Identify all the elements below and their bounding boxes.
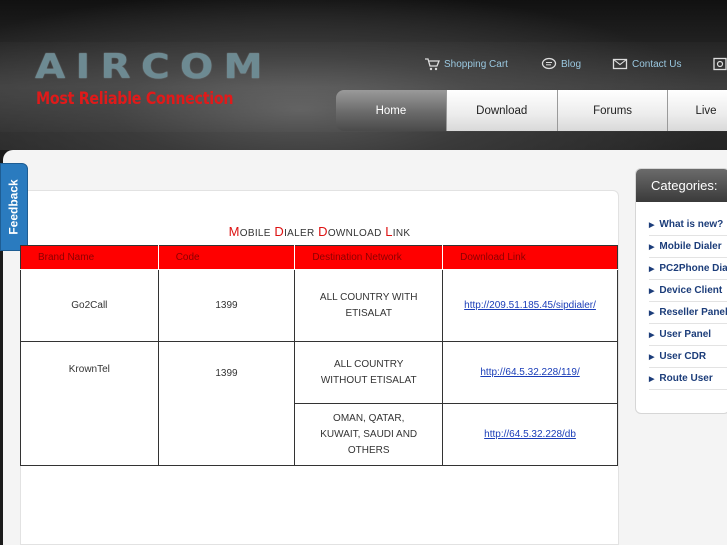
logo[interactable]: AIRCOM [35,50,273,84]
category-label: Route User [659,373,713,384]
download-table: Brand Name Code Destination Network Down… [20,245,618,466]
categories-title: Categories: [636,169,727,202]
code-cell: 1399 [157,269,296,342]
nav-live[interactable]: Live [668,90,727,131]
category-item[interactable]: ▶ Route User [649,368,727,390]
page-title: MOBILE DIALER DOWNLOAD LINK [20,224,619,239]
arrow-right-icon: ▶ [649,331,655,339]
logo-tagline: Most Reliable Connection [36,89,234,109]
shopping-cart-label: Shopping Cart [444,58,508,70]
arrow-right-icon: ▶ [649,353,655,361]
category-label: Mobile Dialer [659,241,722,252]
link-cell: http://64.5.32.228/119/ [442,341,618,404]
blog-label: Blog [561,58,582,70]
cart-icon [425,58,440,71]
main-nav: Home Download Forums Live [336,90,727,131]
link-cell: http://64.5.32.228/db [442,403,618,466]
settings-link[interactable] [712,56,727,72]
destination-cell: OMAN, QATAR, KUWAIT, SAUDI AND OTHERS [294,403,444,466]
col-download-link: Download Link [442,245,618,270]
category-item[interactable]: ▶ PC2Phone Dial [649,258,727,280]
arrow-right-icon: ▶ [649,243,655,251]
envelope-icon [612,58,628,70]
gear-icon [713,57,727,71]
brand-cell: KrownTel [20,341,159,466]
link-cell: http://209.51.185.45/sipdialer/ [442,269,618,342]
arrow-right-icon: ▶ [649,221,655,229]
category-item[interactable]: ▶ User CDR [649,346,727,368]
nav-download[interactable]: Download [446,90,558,131]
nav-home[interactable]: Home [336,90,447,131]
category-label: PC2Phone Dial [659,263,727,274]
categories-sidebar: Categories: ▶ What is new? ▶ Mobile Dialer… [635,168,727,414]
table-row: Go2Call 1399 ALL COUNTRY WITH ETISALAT h… [20,269,618,342]
category-item[interactable]: ▶ Reseller Panel [649,302,727,324]
brand-cell: Go2Call [20,269,159,342]
category-label: Device Client [659,285,723,296]
col-code: Code [157,245,296,270]
arrow-right-icon: ▶ [649,287,655,295]
title-cap: L [385,224,393,239]
category-item[interactable]: ▶ What is new? [649,214,727,236]
category-item[interactable]: ▶ User Panel [649,324,727,346]
code-cell: 1399 [157,341,296,466]
title-part: OBILE [239,228,271,239]
arrow-right-icon: ▶ [649,265,655,273]
category-item[interactable]: ▶ Mobile Dialer [649,236,727,258]
col-brand-name: Brand Name [20,245,159,270]
destination-cell: ALL COUNTRY WITH ETISALAT [294,269,444,342]
title-cap: D [274,224,285,239]
category-label: User Panel [659,329,712,340]
category-label: What is new? [659,219,724,230]
page-edge [0,250,3,545]
feedback-label: Feedback [7,179,22,235]
contact-us-label: Contact Us [632,58,682,70]
title-part: IALER [284,228,315,239]
category-item[interactable]: ▶ Device Client [649,280,727,302]
category-label: Reseller Panel [659,307,727,318]
chat-bubble-icon [541,57,557,70]
title-part: OWNLOAD [327,228,382,239]
blog-link[interactable]: Blog [541,56,581,72]
download-link[interactable]: http://64.5.32.228/119/ [480,367,579,378]
table-row: KrownTel 1399 ALL COUNTRY WITHOUT ETISAL… [20,341,618,466]
destination-cell: ALL COUNTRY WITHOUT ETISALAT [294,341,444,404]
download-link[interactable]: http://209.51.185.45/sipdialer/ [464,300,596,311]
arrow-right-icon: ▶ [649,375,655,383]
download-link[interactable]: http://64.5.32.228/db [484,429,576,440]
title-part: INK [392,228,411,239]
site-header: AIRCOM Most Reliable Connection Shopping… [0,0,727,150]
category-label: User CDR [659,351,707,362]
title-cap: D [318,224,328,239]
title-cap: M [228,224,240,239]
nav-forums[interactable]: Forums [557,90,669,131]
shopping-cart-link[interactable]: Shopping Cart [424,56,508,72]
contact-us-link[interactable]: Contact Us [612,56,681,72]
table-header-row: Brand Name Code Destination Network Down… [20,245,618,270]
col-destination: Destination Network [294,245,444,270]
arrow-right-icon: ▶ [649,309,655,317]
